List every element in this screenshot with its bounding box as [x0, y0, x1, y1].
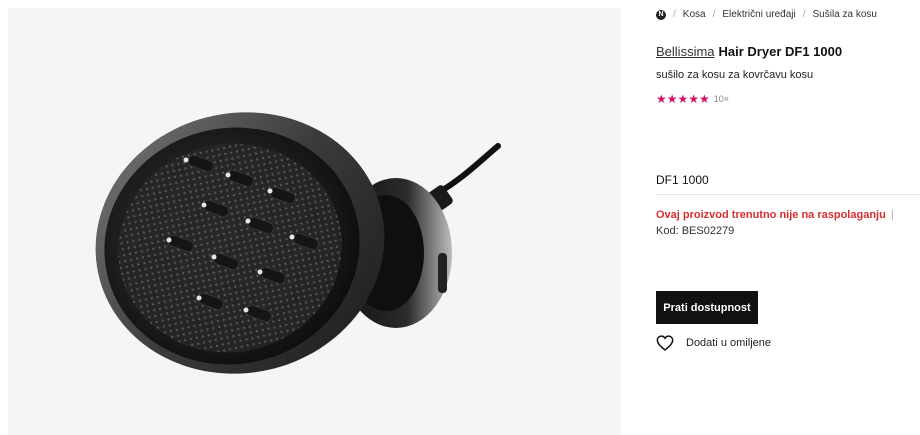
- hair-dryer-diffuser-image: [95, 112, 501, 374]
- breadcrumb-item-elektricni-uredaji[interactable]: Električni uređaji: [722, 9, 795, 20]
- availability-info: Ovaj proizvod trenutno nije na raspolaga…: [656, 207, 901, 239]
- product-subtitle: sušilo za kosu za kovrčavu kosu: [656, 69, 814, 81]
- rating-stars-icon: ★★★★★: [656, 92, 710, 106]
- product-code: BES02279: [681, 225, 735, 237]
- variant-label: DF1 1000: [656, 173, 709, 187]
- add-to-wishlist[interactable]: Dodati u omiljene: [656, 335, 771, 351]
- brand-link[interactable]: Bellissima: [656, 44, 715, 59]
- product-info: N / Kosa / Električni uređaji / Sušila z…: [656, 0, 920, 435]
- divider: [656, 194, 920, 195]
- breadcrumb-item-susila-za-kosu[interactable]: Sušila za kosu: [813, 9, 877, 20]
- heart-icon: [656, 335, 674, 351]
- breadcrumb-item-kosa[interactable]: Kosa: [683, 9, 706, 20]
- product-code-label: Kod:: [656, 225, 679, 237]
- availability-separator: |: [890, 209, 894, 221]
- wishlist-label: Dodati u omiljene: [686, 337, 771, 349]
- breadcrumb-separator: /: [673, 9, 676, 20]
- product-title: Bellissima Hair Dryer DF1 1000: [656, 44, 842, 59]
- breadcrumb: N / Kosa / Električni uređaji / Sušila z…: [656, 9, 877, 20]
- product-image[interactable]: [8, 8, 621, 435]
- breadcrumb-separator: /: [712, 9, 716, 20]
- breadcrumb-separator: /: [802, 9, 806, 20]
- rating[interactable]: ★★★★★ 10×: [656, 92, 729, 106]
- product-name: Hair Dryer DF1 1000: [718, 44, 843, 59]
- n-logo-icon[interactable]: N: [656, 9, 666, 20]
- rating-count: 10×: [713, 94, 730, 104]
- availability-status: Ovaj proizvod trenutno nije na raspolaga…: [656, 209, 886, 221]
- notify-availability-button[interactable]: Prati dostupnost: [656, 291, 758, 324]
